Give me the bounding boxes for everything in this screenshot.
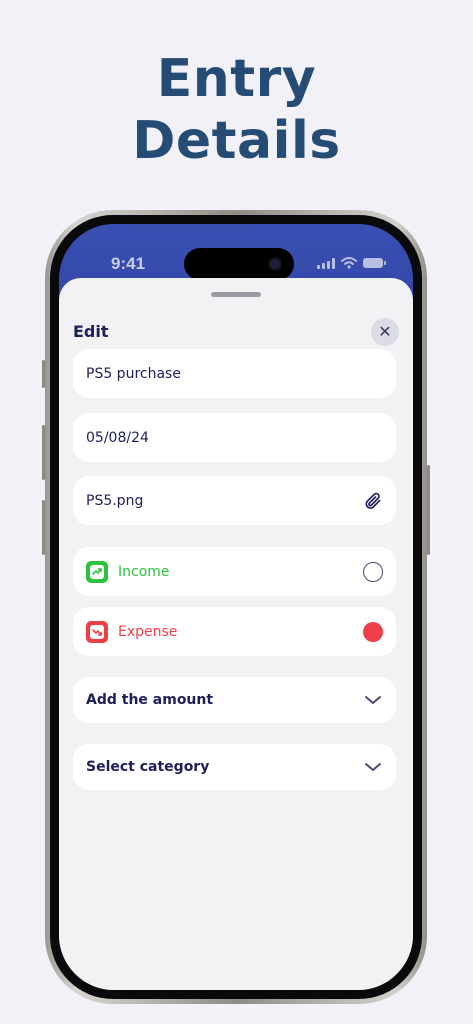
attachment-field[interactable]: PS5.png (73, 476, 396, 525)
wifi-icon (341, 257, 357, 269)
income-label: Income (118, 563, 170, 580)
close-button[interactable]: ✕ (371, 318, 399, 346)
volume-up-button (42, 425, 45, 480)
edit-sheet: Edit ✕ PS5 purchase 05/08/24 PS5.png Inc… (59, 278, 413, 990)
phone-screen: 9:41 Edit ✕ PS5 purchase 05/08/24 PS5.pn… (59, 224, 413, 990)
headline-line-2: Details (132, 111, 341, 171)
name-field-value: PS5 purchase (86, 365, 181, 382)
close-icon: ✕ (378, 322, 392, 341)
status-indicators (317, 257, 386, 269)
income-radio[interactable] (363, 561, 383, 582)
paperclip-icon[interactable] (363, 491, 383, 511)
category-dropdown-label: Select category (86, 759, 210, 775)
income-option[interactable]: Income (73, 547, 396, 596)
phone-bezel: 9:41 Edit ✕ PS5 purchase 05/08/24 PS5.pn… (50, 215, 422, 999)
chevron-down-icon (363, 757, 383, 777)
battery-icon (363, 258, 386, 268)
amount-dropdown[interactable]: Add the amount (73, 677, 396, 723)
expense-label: Expense (118, 623, 178, 640)
phone-frame: 9:41 Edit ✕ PS5 purchase 05/08/24 PS5.pn… (42, 210, 430, 1004)
attachment-field-value: PS5.png (86, 492, 144, 509)
name-field[interactable]: PS5 purchase (73, 349, 396, 398)
chevron-down-icon (363, 690, 383, 710)
status-time: 9:41 (111, 254, 146, 273)
date-field[interactable]: 05/08/24 (73, 413, 396, 462)
category-dropdown[interactable]: Select category (73, 744, 396, 790)
sheet-title: Edit (73, 322, 109, 341)
volume-down-button (42, 500, 45, 555)
page-headline: Entry Details (0, 48, 473, 172)
trend-down-icon (86, 620, 108, 643)
sheet-grabber[interactable] (211, 292, 261, 297)
expense-radio[interactable] (363, 621, 383, 642)
camera-icon (270, 259, 280, 269)
date-field-value: 05/08/24 (86, 429, 149, 446)
dynamic-island (184, 248, 294, 280)
trend-up-icon (86, 560, 108, 583)
power-button (427, 465, 430, 555)
headline-line-1: Entry (156, 49, 317, 109)
amount-dropdown-label: Add the amount (86, 692, 214, 708)
expense-option[interactable]: Expense (73, 607, 396, 656)
signal-icon (317, 257, 335, 269)
action-button (42, 360, 45, 388)
